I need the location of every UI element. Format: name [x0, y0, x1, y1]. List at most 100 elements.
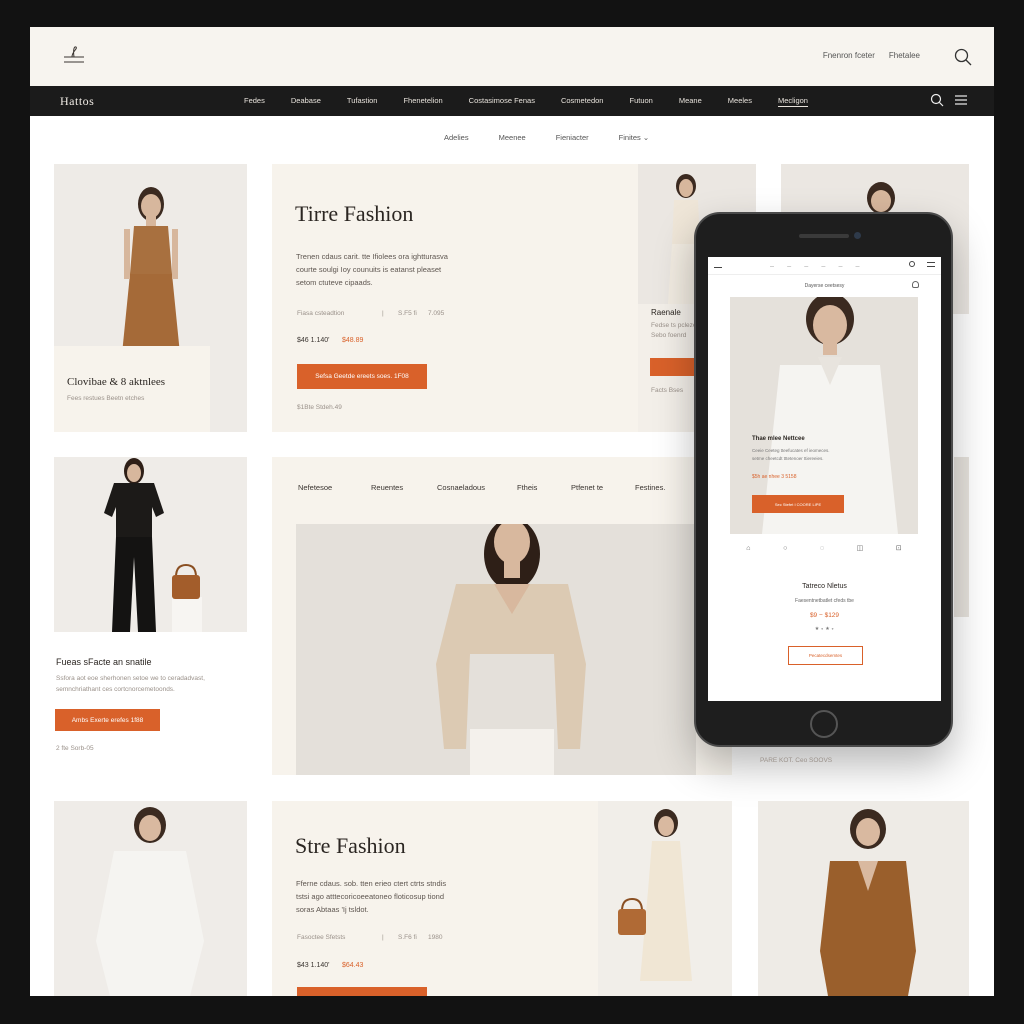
below-phone-text: PARE KOT. Ceo SOOVS [760, 757, 833, 764]
top-link[interactable]: Fnenron fceter [823, 51, 875, 60]
price-old: $43 1.140' [297, 962, 330, 969]
subnav-item[interactable]: Meenee [499, 133, 526, 142]
product-card-brown-jumpsuit[interactable] [758, 801, 969, 996]
category-tab[interactable]: Reuentes [371, 483, 437, 492]
hero-title: Tirre Fashion [295, 201, 414, 226]
phone-overlay-price: $5h ae nhee 3 5158 [752, 474, 797, 480]
price-old: $46 1.140' [297, 337, 330, 344]
phone-overlay-title: Thae mlee Nettcee [752, 436, 805, 442]
search-icon[interactable] [930, 93, 944, 107]
nav-icons [930, 93, 968, 107]
featured-sweater-image[interactable] [296, 524, 696, 775]
hero-meta-right: 7.095 [428, 310, 445, 317]
subnav-item-dropdown[interactable]: Finites ⌄ [619, 133, 649, 142]
hero-meta: Fasoctee Sfetsts [297, 934, 346, 941]
divider: | [382, 310, 384, 317]
nav-item[interactable]: Cosmetedon [561, 96, 604, 107]
nav-item[interactable]: Deabase [291, 96, 321, 107]
nav-item[interactable]: Futuon [629, 96, 652, 107]
logo-icon[interactable] [714, 262, 722, 268]
bag-icon[interactable]: ◫ [857, 544, 864, 552]
phone-speaker [799, 234, 849, 238]
website-frame: Fnenron fceter Fhetalee Hattos Fedes Dea… [30, 27, 994, 996]
search-icon[interactable] [909, 261, 915, 267]
hero-description: Fferne cdaus. sob. tten erieo ctert ctrt… [296, 879, 447, 914]
cart-icon[interactable]: ⊡ [896, 544, 902, 552]
phone-shop-button[interactable]: Sec Stefet I COORE LIPE [752, 495, 844, 513]
menu-icon[interactable] [954, 93, 968, 107]
hero-footnote: $1Bte Stdeh.49 [297, 404, 342, 411]
phone-product-title: Tatreco Nletus [802, 583, 847, 590]
nav-item[interactable]: Fedes [244, 96, 265, 107]
model-brown-jumpsuit-image [758, 801, 969, 996]
category-tab[interactable]: Festines. [635, 483, 665, 492]
card-description: Ssfora aot eoe sherhonen setoe we to cer… [56, 675, 205, 693]
price-new: $48.89 [342, 337, 364, 344]
phone-nav-links[interactable]: — — — — — — [770, 263, 866, 268]
home-button[interactable] [810, 710, 838, 738]
category-tabs: Nefetesoe Reuentes Cosnaeladous Ftheis P… [298, 483, 665, 492]
logo-icon[interactable] [60, 43, 88, 67]
category-tab[interactable]: Cosnaeladous [437, 483, 517, 492]
card-footnote: Facts Bses [651, 387, 684, 394]
model-sweater-image [296, 524, 696, 775]
menu-icon[interactable] [927, 262, 935, 267]
phone-product-price: $9 − $129 [809, 612, 840, 619]
phone-promo: Dayerse ceetsesy [804, 283, 845, 289]
subnav-item[interactable]: Adelies [444, 133, 469, 142]
home-icon[interactable]: ⌂ [746, 545, 750, 552]
model-black-outfit-image [54, 457, 247, 632]
search-icon[interactable]: ○ [783, 545, 787, 552]
category-tab[interactable]: Ptfenet te [571, 483, 635, 492]
shop-button[interactable]: Ambs Exerte erefes 1f88 [55, 709, 160, 731]
category-tab[interactable]: Ftheis [517, 483, 571, 492]
search-icon[interactable] [954, 48, 972, 66]
rating-stars: ★ ∘ ★ ∘ [814, 626, 835, 632]
phone-hero-image[interactable]: Thae mlee Nettcee Ceeie Ceeteg tteefucat… [730, 297, 918, 534]
bag-icon[interactable] [912, 281, 919, 288]
hero-meta-right: S.F6 fi [398, 934, 417, 941]
nav-menu: Fedes Deabase Tufastion Fhenetelion Cost… [244, 96, 834, 107]
shop-now-button[interactable] [297, 987, 427, 996]
nav-item[interactable]: Meane [679, 96, 702, 107]
card-title: Clovibae & 8 aktnlees [67, 376, 166, 388]
sub-navigation: Adelies Meenee Fieniacter Finites ⌄ [30, 116, 994, 160]
product-card-left-3[interactable] [54, 801, 247, 996]
info-icon[interactable]: ◌ [820, 545, 824, 552]
phone-nav: — — — — — — [708, 257, 941, 275]
card-subtitle: Fedse ts pcleze [651, 322, 697, 329]
main-navigation: Hattos Fedes Deabase Tufastion Fheneteli… [30, 86, 994, 116]
brand-name[interactable]: Hattos [60, 94, 94, 109]
nav-item[interactable]: Costasimose Fenas [469, 96, 535, 107]
subnav-item[interactable]: Fieniacter [556, 133, 589, 142]
hero-panel-1: Tirre Fashion Trenen cdaus carit. tte If… [272, 164, 638, 432]
card-caption: Clovibae & 8 aktnlees Fees restues Beetn… [54, 346, 210, 432]
hero-panel-2: Stre Fashion Fferne cdaus. sob. tten eri… [272, 801, 598, 996]
product-card-left-1[interactable]: Clovibae & 8 aktnlees Fees restues Beetn… [54, 164, 247, 432]
card-title: Fueas sFacte an snatile [56, 657, 152, 667]
partial-card-edge [954, 457, 969, 617]
hero-meta: Fiasa csteadtion [297, 310, 345, 317]
nav-item[interactable]: Meeles [728, 96, 752, 107]
shop-now-button[interactable]: Sefsa Geetde ereets soes. 1F08 [297, 364, 427, 389]
product-card-left-2[interactable] [54, 457, 247, 632]
phone-product-subtitle: Faesentnetbatlet cfeds tbe [795, 598, 854, 604]
top-header: Fnenron fceter Fhetalee [30, 27, 994, 86]
category-tab[interactable]: Nefetesoe [298, 483, 371, 492]
phone-outline-button[interactable]: Pecatecdsemtes [788, 646, 863, 665]
hero-description: Trenen cdaus carit. tte Ifiolees ora igh… [296, 252, 448, 287]
category-panel: Nefetesoe Reuentes Cosnaeladous Ftheis P… [272, 457, 732, 775]
model-white-blouse-image [54, 801, 247, 996]
product-card-cream-dress[interactable] [598, 801, 732, 996]
nav-item[interactable]: Tufastion [347, 96, 378, 107]
top-link[interactable]: Fhetalee [889, 51, 920, 60]
nav-item-active[interactable]: Mecligon [777, 96, 808, 107]
nav-item[interactable]: Fhenetelion [403, 96, 442, 107]
card-button[interactable] [650, 358, 694, 376]
hero-meta-right: 1980 [428, 934, 443, 941]
hero-meta-right: S.F5 fi [398, 310, 417, 317]
card-left-2-caption: Fueas sFacte an snatile Ssfora aot eoe s… [54, 637, 264, 777]
hero-title: Stre Fashion [295, 833, 406, 858]
card-subtitle: Fees restues Beetn etches [67, 395, 145, 402]
phone-screen: — — — — — — Dayerse ceetsesy Thae mlee N… [708, 257, 941, 701]
